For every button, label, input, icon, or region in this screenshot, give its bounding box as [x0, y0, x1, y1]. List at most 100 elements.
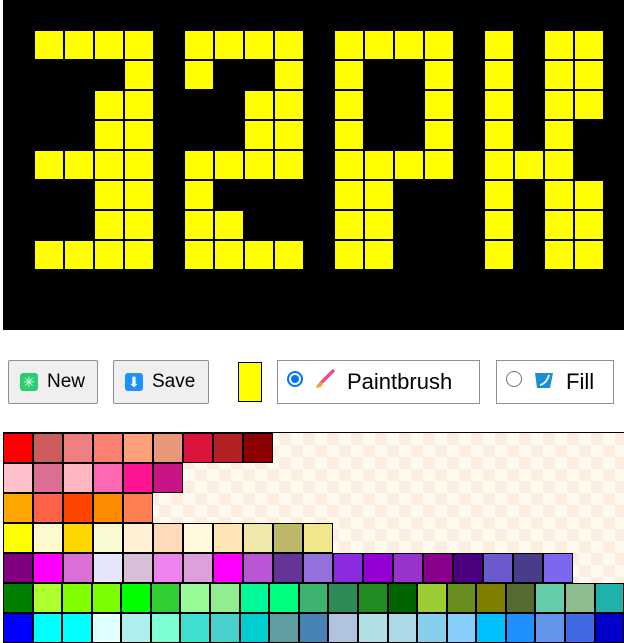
color-swatch[interactable]	[446, 613, 477, 643]
color-swatch[interactable]	[121, 583, 151, 613]
canvas-pixel[interactable]	[484, 0, 514, 30]
color-swatch[interactable]	[328, 613, 358, 643]
color-swatch[interactable]	[505, 613, 536, 643]
canvas-pixel-filled[interactable]	[124, 60, 154, 90]
canvas-pixel[interactable]	[424, 0, 454, 30]
canvas-pixel[interactable]	[394, 180, 424, 210]
color-swatch[interactable]	[213, 523, 243, 553]
color-swatch[interactable]	[93, 463, 123, 493]
canvas-pixel[interactable]	[214, 180, 244, 210]
color-swatch[interactable]	[123, 433, 153, 463]
canvas-pixel[interactable]	[184, 90, 214, 120]
canvas-pixel[interactable]	[4, 180, 34, 210]
canvas-pixel-filled[interactable]	[424, 120, 454, 150]
paintbrush-tool[interactable]: Paintbrush	[277, 360, 480, 404]
color-swatch[interactable]	[183, 553, 213, 583]
canvas-pixel[interactable]	[64, 90, 94, 120]
canvas-pixel-filled[interactable]	[574, 180, 604, 210]
color-swatch[interactable]	[328, 583, 358, 613]
canvas-pixel[interactable]	[154, 270, 184, 300]
color-swatch[interactable]	[180, 583, 211, 613]
canvas-pixel[interactable]	[454, 150, 484, 180]
canvas-pixel[interactable]	[124, 300, 154, 330]
canvas-pixel[interactable]	[154, 240, 184, 270]
canvas-pixel[interactable]	[154, 300, 184, 330]
canvas-pixel[interactable]	[394, 240, 424, 270]
canvas-pixel-filled[interactable]	[484, 240, 514, 270]
canvas-pixel-filled[interactable]	[274, 240, 304, 270]
canvas-pixel-filled[interactable]	[424, 60, 454, 90]
canvas-pixel[interactable]	[34, 210, 64, 240]
canvas-pixel[interactable]	[64, 60, 94, 90]
canvas-pixel-filled[interactable]	[184, 210, 214, 240]
canvas-pixel[interactable]	[484, 300, 514, 330]
canvas-pixel[interactable]	[244, 270, 274, 300]
color-swatch[interactable]	[33, 433, 63, 463]
color-swatch[interactable]	[183, 433, 213, 463]
canvas-pixel-filled[interactable]	[214, 210, 244, 240]
canvas-pixel[interactable]	[544, 300, 574, 330]
canvas-pixel[interactable]	[424, 180, 454, 210]
color-swatch[interactable]	[33, 553, 63, 583]
canvas-pixel-filled[interactable]	[64, 240, 94, 270]
canvas-pixel-filled[interactable]	[244, 90, 274, 120]
canvas-pixel[interactable]	[334, 270, 364, 300]
canvas-pixel[interactable]	[394, 210, 424, 240]
canvas-pixel-filled[interactable]	[244, 120, 274, 150]
color-swatch[interactable]	[535, 613, 565, 643]
canvas-pixel-filled[interactable]	[484, 150, 514, 180]
color-swatch[interactable]	[210, 583, 240, 613]
canvas-pixel[interactable]	[574, 150, 604, 180]
canvas-pixel-filled[interactable]	[364, 240, 394, 270]
canvas-pixel[interactable]	[274, 180, 304, 210]
canvas-pixel[interactable]	[214, 300, 244, 330]
canvas-pixel[interactable]	[34, 60, 64, 90]
canvas-pixel-filled[interactable]	[94, 30, 124, 60]
canvas-pixel[interactable]	[574, 120, 604, 150]
color-swatch[interactable]	[210, 613, 240, 643]
canvas-pixel-filled[interactable]	[274, 150, 304, 180]
color-swatch[interactable]	[180, 613, 211, 643]
canvas-pixel[interactable]	[304, 90, 334, 120]
color-swatch[interactable]	[33, 523, 63, 553]
canvas-pixel[interactable]	[64, 0, 94, 30]
canvas-pixel[interactable]	[514, 90, 544, 120]
canvas-pixel-filled[interactable]	[124, 90, 154, 120]
color-swatch[interactable]	[387, 613, 418, 643]
canvas-pixel[interactable]	[334, 300, 364, 330]
canvas-pixel-filled[interactable]	[364, 150, 394, 180]
color-swatch[interactable]	[213, 433, 243, 463]
color-swatch[interactable]	[363, 553, 393, 583]
color-swatch[interactable]	[123, 463, 153, 493]
canvas-pixel[interactable]	[4, 120, 34, 150]
canvas-pixel[interactable]	[34, 180, 64, 210]
canvas-pixel[interactable]	[454, 240, 484, 270]
color-swatch[interactable]	[483, 553, 513, 583]
canvas-pixel-filled[interactable]	[544, 120, 574, 150]
canvas-pixel-filled[interactable]	[364, 180, 394, 210]
canvas-pixel-filled[interactable]	[64, 150, 94, 180]
canvas-pixel[interactable]	[64, 120, 94, 150]
canvas-pixel-filled[interactable]	[214, 240, 244, 270]
canvas-pixel-filled[interactable]	[334, 240, 364, 270]
canvas-pixel-filled[interactable]	[124, 240, 154, 270]
color-swatch[interactable]	[303, 523, 333, 553]
color-swatch[interactable]	[62, 613, 92, 643]
canvas-pixel-filled[interactable]	[184, 240, 214, 270]
color-swatch[interactable]	[535, 583, 565, 613]
color-swatch[interactable]	[239, 613, 270, 643]
canvas-pixel[interactable]	[304, 120, 334, 150]
canvas-pixel[interactable]	[514, 60, 544, 90]
canvas-pixel-filled[interactable]	[394, 150, 424, 180]
color-swatch[interactable]	[33, 463, 63, 493]
canvas-pixel[interactable]	[4, 60, 34, 90]
canvas-pixel-filled[interactable]	[484, 120, 514, 150]
canvas-pixel[interactable]	[304, 30, 334, 60]
save-button[interactable]: ⬇ Save	[113, 360, 209, 404]
color-swatch[interactable]	[3, 463, 33, 493]
color-swatch[interactable]	[298, 583, 329, 613]
canvas-pixel[interactable]	[34, 90, 64, 120]
color-swatch[interactable]	[303, 553, 333, 583]
canvas-pixel[interactable]	[364, 120, 394, 150]
canvas-pixel[interactable]	[454, 210, 484, 240]
